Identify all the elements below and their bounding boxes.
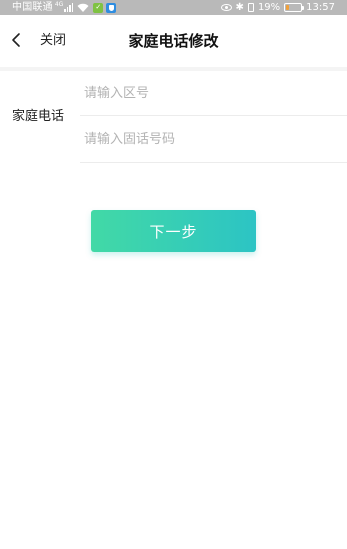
shield-app-icon	[106, 2, 117, 13]
bluetooth-icon: ✱	[235, 2, 244, 13]
close-button[interactable]: 关闭	[40, 15, 66, 67]
area-code-input[interactable]	[84, 71, 347, 115]
form-bottom-divider	[80, 162, 347, 163]
vibrate-icon	[247, 3, 254, 12]
home-phone-label: 家庭电话	[12, 109, 65, 124]
wifi-icon	[77, 3, 89, 12]
status-time: 13:57	[306, 2, 335, 13]
status-bar-left: 中国联通 4G ✓	[12, 0, 117, 15]
field-divider	[80, 115, 347, 116]
home-phone-form: 家庭电话	[0, 71, 347, 163]
eye-icon	[220, 4, 232, 11]
nav-bar: 关闭 家庭电话修改	[0, 15, 347, 67]
carrier-name: 中国联通	[12, 2, 53, 13]
landline-number-input[interactable]	[84, 117, 347, 161]
app-notification-icon: ✓	[93, 2, 104, 13]
status-bar: 中国联通 4G ✓ ✱ 19% 13:57	[0, 0, 347, 15]
status-bar-right: ✱ 19% 13:57	[217, 0, 335, 15]
battery-percent: 19%	[257, 2, 281, 13]
signal-icon	[64, 3, 74, 12]
next-step-button[interactable]: 下一步	[91, 210, 256, 252]
network-type: 4G	[54, 1, 64, 8]
battery-icon	[284, 3, 305, 12]
page-title: 家庭电话修改	[128, 32, 219, 50]
chevron-left-icon[interactable]	[6, 29, 28, 51]
